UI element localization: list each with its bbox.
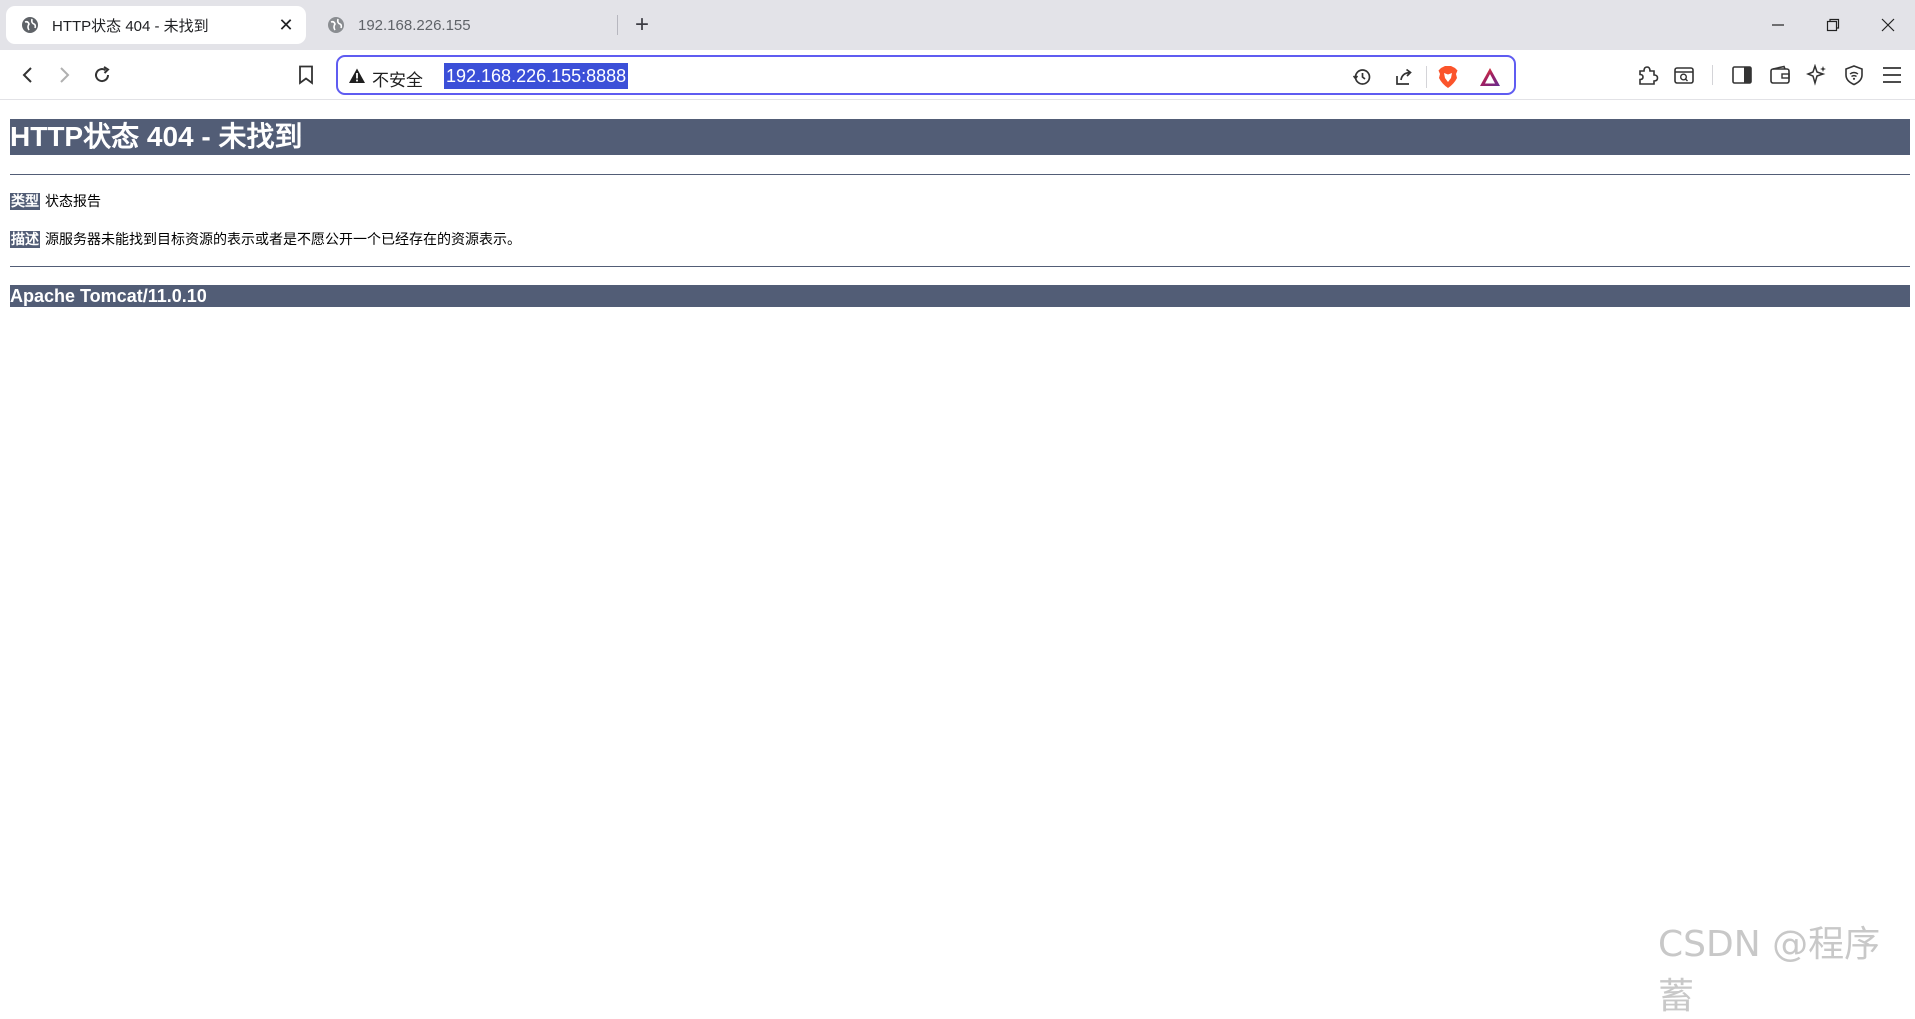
globe-icon xyxy=(20,15,40,35)
history-icon[interactable] xyxy=(1348,63,1376,91)
page-title: HTTP状态 404 - 未找到 xyxy=(10,119,1910,155)
tab-search-button[interactable] xyxy=(1668,59,1700,91)
close-window-button[interactable] xyxy=(1860,0,1915,50)
description-value: 源服务器未能找到目标资源的表示或者是不愿公开一个已经存在的资源表示。 xyxy=(45,231,521,247)
tab-strip: HTTP状态 404 - 未找到 ✕ 192.168.226.155 + xyxy=(0,0,1915,50)
tab-title: HTTP状态 404 - 未找到 xyxy=(52,17,209,35)
share-icon[interactable] xyxy=(1390,63,1418,91)
vpn-button[interactable] xyxy=(1838,59,1870,91)
divider xyxy=(10,266,1910,267)
address-bar[interactable]: 不安全 192.168.226.155:8888 xyxy=(336,55,1516,95)
url-text[interactable]: 192.168.226.155:8888 xyxy=(444,63,629,89)
leo-ai-button[interactable] xyxy=(1801,59,1833,91)
sidebar-icon xyxy=(1732,66,1752,84)
error-page: HTTP状态 404 - 未找到 类型 状态报告 描述 源服务器未能找到目标资源… xyxy=(10,119,1910,307)
close-icon xyxy=(1881,18,1895,32)
minimize-icon xyxy=(1772,24,1784,26)
type-row: 类型 状态报告 xyxy=(10,191,1910,211)
type-label: 类型 xyxy=(10,192,40,210)
minimize-button[interactable] xyxy=(1750,0,1806,50)
arrow-left-icon xyxy=(22,67,32,83)
description-row: 描述 源服务器未能找到目标资源的表示或者是不愿公开一个已经存在的资源表示。 xyxy=(10,229,1910,249)
puzzle-icon xyxy=(1639,66,1659,85)
extensions-button[interactable] xyxy=(1632,59,1664,91)
menu-button[interactable] xyxy=(1876,59,1908,91)
security-status[interactable]: 不安全 xyxy=(372,66,423,91)
tab-active[interactable]: HTTP状态 404 - 未找到 ✕ xyxy=(6,6,306,44)
toolbar-divider xyxy=(1712,65,1713,85)
server-info: Apache Tomcat/11.0.10 xyxy=(10,285,1910,307)
wallet-icon xyxy=(1770,65,1790,84)
shield-icon xyxy=(1845,65,1863,86)
description-label: 描述 xyxy=(10,230,40,248)
forward-button[interactable] xyxy=(48,59,80,91)
type-value: 状态报告 xyxy=(45,193,101,209)
reload-button[interactable] xyxy=(86,59,118,91)
restore-button[interactable] xyxy=(1805,0,1861,50)
tab-inactive[interactable]: 192.168.226.155 xyxy=(320,6,620,44)
divider xyxy=(10,174,1910,175)
warning-icon xyxy=(349,68,365,83)
tab-title: 192.168.226.155 xyxy=(358,16,471,34)
restore-icon xyxy=(1826,18,1840,32)
new-tab-button[interactable]: + xyxy=(628,11,656,39)
wallet-button[interactable] xyxy=(1764,59,1796,91)
browser-toolbar: 不安全 192.168.226.155:8888 xyxy=(0,50,1915,100)
back-button[interactable] xyxy=(12,59,44,91)
arrow-right-icon xyxy=(60,67,70,83)
close-tab-icon[interactable]: ✕ xyxy=(274,13,298,37)
reload-icon xyxy=(95,66,110,83)
brave-rewards-icon[interactable] xyxy=(1476,63,1504,91)
brave-shields-icon[interactable] xyxy=(1434,63,1462,91)
globe-icon xyxy=(326,15,346,35)
bookmark-button[interactable] xyxy=(290,59,322,91)
tab-divider xyxy=(617,15,618,35)
sparkle-icon xyxy=(1806,64,1826,86)
watermark: CSDN @程序蓄 xyxy=(1658,924,1881,1017)
hamburger-menu-icon xyxy=(1883,67,1901,83)
sidebar-button[interactable] xyxy=(1726,59,1758,91)
tab-search-icon xyxy=(1674,67,1694,84)
bookmark-icon xyxy=(299,65,313,85)
address-bar-divider xyxy=(1426,66,1427,88)
